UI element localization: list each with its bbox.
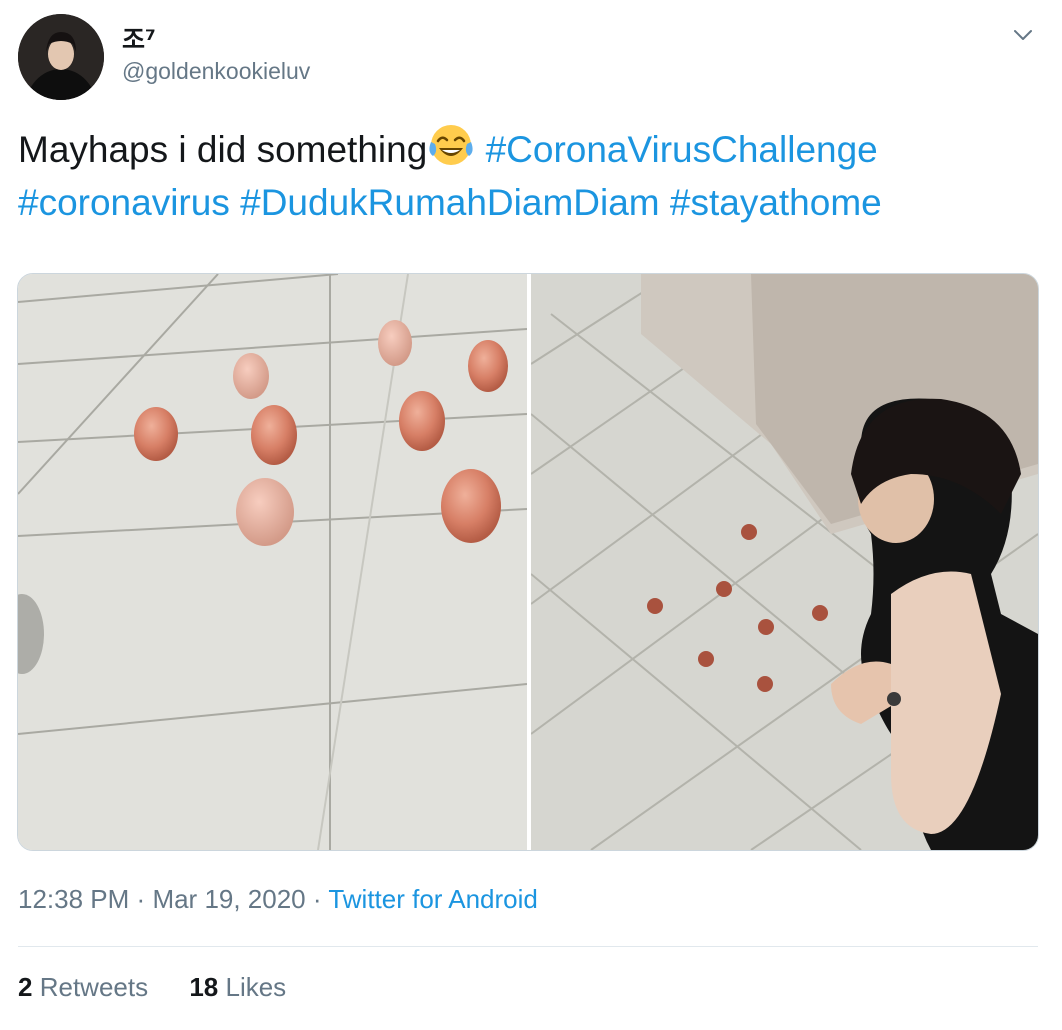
retweets-stat[interactable]: 2 Retweets <box>18 972 148 1003</box>
hashtag-link[interactable]: #coronavirus <box>18 182 230 223</box>
retweets-label: Retweets <box>39 972 149 1002</box>
likes-count: 18 <box>189 972 219 1002</box>
tweet-text: Mayhaps i did something #CoronaVirusChal… <box>18 122 1038 229</box>
display-name[interactable]: 조⁷ <box>122 20 156 56</box>
divider <box>18 946 1038 947</box>
user-handle[interactable]: @goldenkookieluv <box>122 58 310 85</box>
hashtag-link[interactable]: #CoronaVirusChallenge <box>486 129 878 170</box>
face-with-tears-of-joy-icon <box>427 122 475 168</box>
chevron-down-icon[interactable] <box>1010 22 1036 48</box>
hashtag-link[interactable]: #DudukRumahDiamDiam <box>240 182 659 223</box>
tweet-body-text: Mayhaps i did something <box>18 129 428 170</box>
meta-separator: · <box>136 884 146 914</box>
tweet-date[interactable]: Mar 19, 2020 <box>152 884 305 914</box>
avatar[interactable] <box>18 14 104 100</box>
media-grid <box>17 273 1039 851</box>
tweet-meta: 12:38 PM · Mar 19, 2020 · Twitter for An… <box>18 884 538 915</box>
photo-girl-with-eggs[interactable] <box>531 274 1038 850</box>
tweet-source-link[interactable]: Twitter for Android <box>328 884 538 914</box>
likes-label: Likes <box>225 972 287 1002</box>
photo-eggs-on-tiles[interactable] <box>18 274 527 850</box>
likes-stat[interactable]: 18 Likes <box>189 972 286 1003</box>
hashtag-link[interactable]: #stayathome <box>670 182 882 223</box>
avatar-image <box>18 14 104 100</box>
retweets-count: 2 <box>18 972 33 1002</box>
engagement-stats: 2 Retweets 18 Likes <box>18 972 320 1003</box>
meta-separator: · <box>312 884 322 914</box>
tweet-time[interactable]: 12:38 PM <box>18 884 129 914</box>
